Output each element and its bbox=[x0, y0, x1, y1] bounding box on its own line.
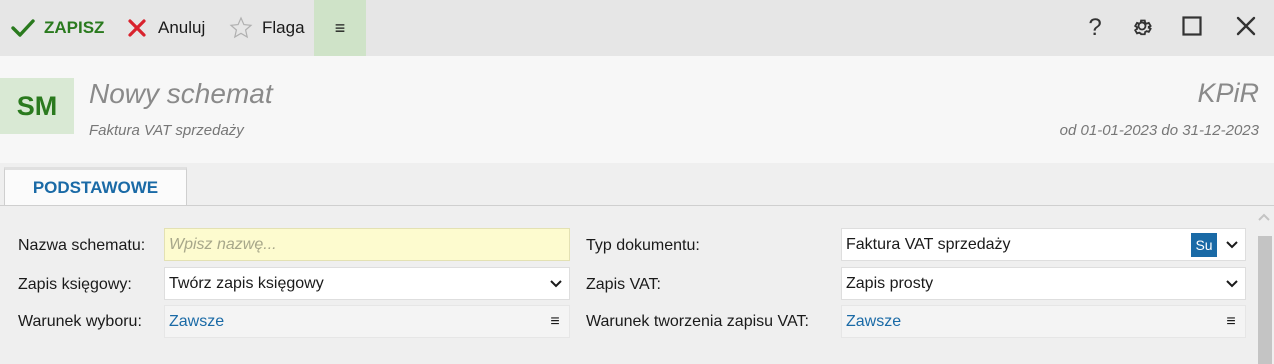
save-button[interactable]: ZAPISZ bbox=[11, 0, 104, 56]
vat-entry-label: Zapis VAT: bbox=[586, 276, 661, 293]
tab-podstawowe[interactable]: PODSTAWOWE bbox=[4, 167, 187, 205]
gear-icon bbox=[1131, 15, 1153, 42]
chevron-down-icon[interactable] bbox=[1219, 240, 1245, 249]
entry-label: Zapis księgowy: bbox=[18, 276, 132, 293]
entry-select[interactable]: Twórz zapis księgowy bbox=[164, 267, 570, 300]
selection-cond-label: Warunek wyboru: bbox=[18, 313, 142, 330]
maximize-button[interactable] bbox=[1172, 0, 1212, 56]
help-button[interactable]: ? bbox=[1075, 0, 1115, 56]
name-label: Nazwa schematu: bbox=[18, 237, 146, 254]
close-button[interactable] bbox=[1226, 0, 1266, 56]
vat-cond-label: Warunek tworzenia zapisu VAT: bbox=[586, 313, 809, 330]
question-mark-icon: ? bbox=[1088, 14, 1102, 41]
scroll-up-arrow[interactable] bbox=[1257, 209, 1271, 225]
flag-button[interactable]: Flaga bbox=[229, 0, 305, 56]
maximize-icon bbox=[1182, 15, 1202, 41]
vat-entry-select[interactable]: Zapis prosty bbox=[841, 267, 1246, 300]
vat-entry-value: Zapis prosty bbox=[846, 274, 934, 292]
close-x-icon bbox=[127, 18, 147, 38]
flag-label: Flaga bbox=[262, 18, 305, 37]
tab-bar: PODSTAWOWE bbox=[0, 163, 1274, 206]
hamburger-icon: ≡ bbox=[334, 17, 346, 38]
form-area: Nazwa schematu: Wpisz nazwę... Typ dokum… bbox=[0, 206, 1274, 364]
page-subtitle: Faktura VAT sprzedaży bbox=[89, 122, 244, 139]
checkmark-icon bbox=[11, 18, 35, 38]
page-title: Nowy schemat bbox=[89, 78, 273, 109]
schema-name-placeholder: Wpisz nazwę... bbox=[169, 235, 277, 253]
save-label: ZAPISZ bbox=[44, 18, 105, 37]
star-icon bbox=[229, 16, 253, 40]
selection-cond-link[interactable]: Zawsze bbox=[169, 313, 541, 331]
schema-name-input[interactable]: Wpisz nazwę... bbox=[164, 228, 570, 261]
scrollbar-thumb[interactable] bbox=[1258, 236, 1272, 364]
cancel-label: Anuluj bbox=[158, 18, 206, 37]
hamburger-icon[interactable]: ≡ bbox=[541, 313, 569, 331]
settings-button[interactable] bbox=[1122, 0, 1162, 56]
doc-type-label: Typ dokumentu: bbox=[586, 237, 700, 254]
su-badge: Su bbox=[1191, 232, 1217, 257]
doc-type-value: Faktura VAT sprzedaży bbox=[846, 235, 1011, 253]
entry-value: Twórz zapis księgowy bbox=[169, 274, 324, 292]
vat-cond-link[interactable]: Zawsze bbox=[846, 313, 1217, 331]
toolbar: ZAPISZ Anuluj Flaga ≡ ? bbox=[0, 0, 1274, 56]
cancel-button[interactable]: Anuluj bbox=[127, 0, 205, 56]
vat-cond-field[interactable]: Zawsze ≡ bbox=[841, 305, 1246, 338]
toolbar-menu-button[interactable]: ≡ bbox=[314, 0, 366, 56]
hamburger-icon[interactable]: ≡ bbox=[1217, 313, 1245, 331]
chevron-down-icon[interactable] bbox=[1219, 279, 1245, 288]
document-header: SM Nowy schemat Faktura VAT sprzedaży KP… bbox=[0, 56, 1274, 163]
selection-cond-field[interactable]: Zawsze ≡ bbox=[164, 305, 570, 338]
chevron-down-icon[interactable] bbox=[543, 279, 569, 288]
close-icon bbox=[1236, 16, 1256, 41]
avatar: SM bbox=[0, 78, 74, 134]
doc-type-select[interactable]: Faktura VAT sprzedaży Su bbox=[841, 228, 1246, 261]
module-name: KPiR bbox=[1197, 78, 1259, 108]
period-range: od 01-01-2023 do 31-12-2023 bbox=[1059, 122, 1259, 139]
tab-label: PODSTAWOWE bbox=[32, 177, 159, 197]
